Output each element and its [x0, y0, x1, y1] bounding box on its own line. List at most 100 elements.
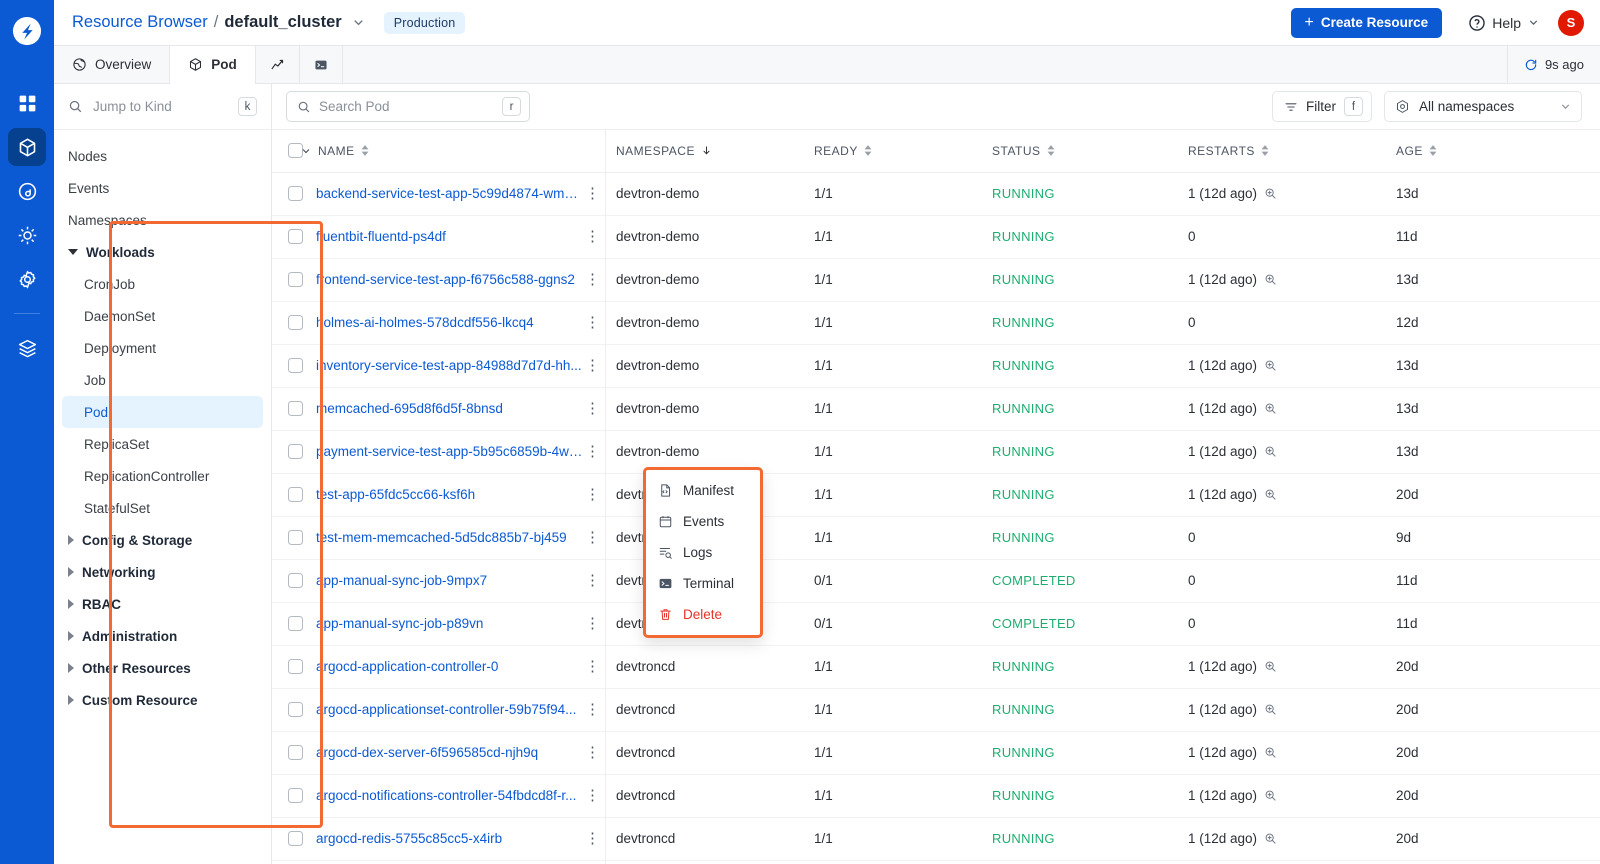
header-age[interactable]: AGE — [1396, 130, 1600, 173]
pod-name-link[interactable]: argocd-applicationset-controller-59b75f9… — [316, 702, 576, 717]
zoom-restarts-icon[interactable] — [1264, 402, 1277, 415]
table-row[interactable]: memcached-695d8f6d5f-8bnsd ⋮ devtron-demo 1… — [272, 387, 1600, 431]
pod-name-link[interactable]: inventory-service-test-app-84988d7d7d-hh… — [316, 358, 582, 373]
row-checkbox[interactable] — [288, 444, 303, 460]
row-kebab-menu-icon[interactable]: ⋮ — [583, 616, 602, 631]
row-checkbox[interactable] — [288, 315, 303, 331]
table-row[interactable]: argocd-applicationset-controller-59b75f9… — [272, 688, 1600, 732]
rail-item-chart-store[interactable] — [8, 216, 46, 254]
rail-item-resource-browser[interactable] — [8, 128, 46, 166]
sidebar-item-statefulset[interactable]: StatefulSet — [54, 492, 271, 524]
pod-name-link[interactable]: argocd-notifications-controller-54fbdcd8… — [316, 788, 576, 803]
sort-descending-icon[interactable] — [701, 145, 712, 156]
row-checkbox[interactable] — [288, 788, 303, 804]
row-checkbox[interactable] — [288, 616, 303, 632]
breadcrumb-resource-browser[interactable]: Resource Browser — [72, 13, 208, 32]
sort-icon[interactable] — [1429, 145, 1437, 157]
row-kebab-menu-icon[interactable]: ⋮ — [583, 401, 602, 416]
table-row[interactable]: argocd-application-controller-0 ⋮ devtronc… — [272, 645, 1600, 689]
zoom-restarts-icon[interactable] — [1264, 187, 1277, 200]
row-checkbox[interactable] — [288, 229, 303, 245]
pod-name-link[interactable]: test-app-65fdc5cc66-ksf6h — [316, 487, 475, 502]
header-ready[interactable]: READY — [814, 130, 992, 173]
create-resource-button[interactable]: + Create Resource — [1290, 7, 1443, 38]
pod-name-link[interactable]: payment-service-test-app-5b95c6859b-4wx.… — [316, 444, 583, 459]
cluster-chevron-down-icon[interactable] — [351, 15, 366, 30]
table-row[interactable]: holmes-ai-holmes-578dcdf556-lkcq4 ⋮ devtro… — [272, 301, 1600, 345]
row-kebab-menu-icon[interactable]: ⋮ — [583, 186, 602, 201]
row-kebab-menu-icon[interactable]: ⋮ — [583, 530, 602, 545]
header-restarts[interactable]: RESTARTS — [1188, 130, 1396, 173]
row-checkbox[interactable] — [288, 401, 303, 417]
sidebar-item-daemonset[interactable]: DaemonSet — [54, 300, 271, 332]
filter-button[interactable]: Filter f — [1272, 91, 1372, 122]
sidebar-item-deployment[interactable]: Deployment — [54, 332, 271, 364]
select-all-chevron-down-icon[interactable] — [300, 145, 312, 157]
row-checkbox[interactable] — [288, 702, 303, 718]
jump-to-kind[interactable]: Jump to Kind k — [54, 84, 271, 130]
zoom-restarts-icon[interactable] — [1264, 445, 1277, 458]
zoom-restarts-icon[interactable] — [1264, 660, 1277, 673]
row-kebab-menu-icon[interactable]: ⋮ — [583, 573, 602, 588]
avatar[interactable]: S — [1558, 9, 1584, 36]
row-checkbox[interactable] — [288, 530, 303, 546]
context-menu-item-logs[interactable]: Logs — [646, 537, 760, 568]
pod-name-link[interactable]: app-manual-sync-job-9mpx7 — [316, 573, 487, 588]
pod-name-link[interactable]: memcached-695d8f6d5f-8bnsd — [316, 401, 503, 416]
zoom-restarts-icon[interactable] — [1264, 703, 1277, 716]
sidebar-group-networking[interactable]: Networking — [54, 556, 271, 588]
table-row[interactable]: test-mem-memcached-5d5dc885b7-bj459⋮devt… — [272, 516, 1600, 560]
pod-name-link[interactable]: argocd-redis-5755c85cc5-x4irb — [316, 831, 502, 846]
row-kebab-menu-icon[interactable]: ⋮ — [583, 745, 602, 760]
help-menu[interactable]: Help — [1468, 14, 1540, 32]
table-row[interactable]: frontend-service-test-app-f6756c588-ggns… — [272, 258, 1600, 302]
table-row[interactable]: test-app-65fdc5cc66-ksf6h⋮devtron-demo1/… — [272, 473, 1600, 517]
rail-item-applications[interactable] — [8, 172, 46, 210]
pod-name-link[interactable]: app-manual-sync-job-p89vn — [316, 616, 483, 631]
tab-pod[interactable]: Pod — [170, 46, 256, 84]
zoom-restarts-icon[interactable] — [1264, 832, 1277, 845]
pod-name-link[interactable]: fluentbit-fluentd-ps4df — [316, 229, 446, 244]
pod-name-link[interactable]: holmes-ai-holmes-578dcdf556-lkcq4 — [316, 315, 534, 330]
sidebar-group-config-storage[interactable]: Config & Storage — [54, 524, 271, 556]
row-checkbox[interactable] — [288, 487, 303, 503]
refresh-status[interactable]: 9s ago — [1508, 46, 1600, 83]
table-row[interactable]: payment-service-test-app-5b95c6859b-4wx.… — [272, 430, 1600, 474]
sort-icon[interactable] — [361, 145, 369, 157]
row-checkbox[interactable] — [288, 272, 303, 288]
sidebar-group-rbac[interactable]: RBAC — [54, 588, 271, 620]
sidebar-item-cronjob[interactable]: CronJob — [54, 268, 271, 300]
sort-icon[interactable] — [1261, 145, 1269, 157]
tab-terminal[interactable] — [300, 46, 343, 83]
header-name[interactable]: NAME — [302, 130, 616, 173]
row-checkbox[interactable] — [288, 186, 303, 202]
sidebar-group-workloads[interactable]: Workloads — [54, 236, 271, 268]
row-kebab-menu-icon[interactable]: ⋮ — [583, 788, 602, 803]
context-menu-item-delete[interactable]: Delete — [646, 599, 760, 630]
sidebar-item-job[interactable]: Job — [54, 364, 271, 396]
row-checkbox[interactable] — [288, 659, 303, 675]
pod-name-link[interactable]: backend-service-test-app-5c99d4874-wmm..… — [316, 186, 583, 201]
row-kebab-menu-icon[interactable]: ⋮ — [583, 229, 602, 244]
sidebar-group-custom-resource[interactable]: Custom Resource — [54, 684, 271, 716]
rail-item-stack-manager[interactable] — [8, 329, 46, 367]
pod-name-link[interactable]: argocd-dex-server-6f596585cd-njh9q — [316, 745, 538, 760]
context-menu-item-terminal[interactable]: Terminal — [646, 568, 760, 599]
tab-overview[interactable]: Overview — [54, 46, 171, 83]
header-namespace[interactable]: NAMESPACE — [616, 130, 814, 173]
pod-name-link[interactable]: test-mem-memcached-5d5dc885b7-bj459 — [316, 530, 567, 545]
zoom-restarts-icon[interactable] — [1264, 746, 1277, 759]
table-row[interactable]: fluentbit-fluentd-ps4df ⋮ devtron-demo 1/1 R… — [272, 215, 1600, 259]
row-checkbox[interactable] — [288, 831, 303, 847]
row-kebab-menu-icon[interactable]: ⋮ — [583, 358, 602, 373]
context-menu-item-events[interactable]: Events — [646, 506, 760, 537]
table-row[interactable]: argocd-notifications-controller-54fbdcd8… — [272, 774, 1600, 818]
sidebar-item-replicaset[interactable]: ReplicaSet — [54, 428, 271, 460]
sidebar-item-nodes[interactable]: Nodes — [54, 140, 271, 172]
table-row[interactable]: backend-service-test-app-5c99d4874-wmm..… — [272, 172, 1600, 216]
zoom-restarts-icon[interactable] — [1264, 789, 1277, 802]
row-kebab-menu-icon[interactable]: ⋮ — [583, 659, 602, 674]
rail-item-dashboard[interactable] — [8, 84, 46, 122]
context-menu-item-manifest[interactable]: Manifest — [646, 475, 760, 506]
pod-name-link[interactable]: frontend-service-test-app-f6756c588-ggns… — [316, 272, 575, 287]
